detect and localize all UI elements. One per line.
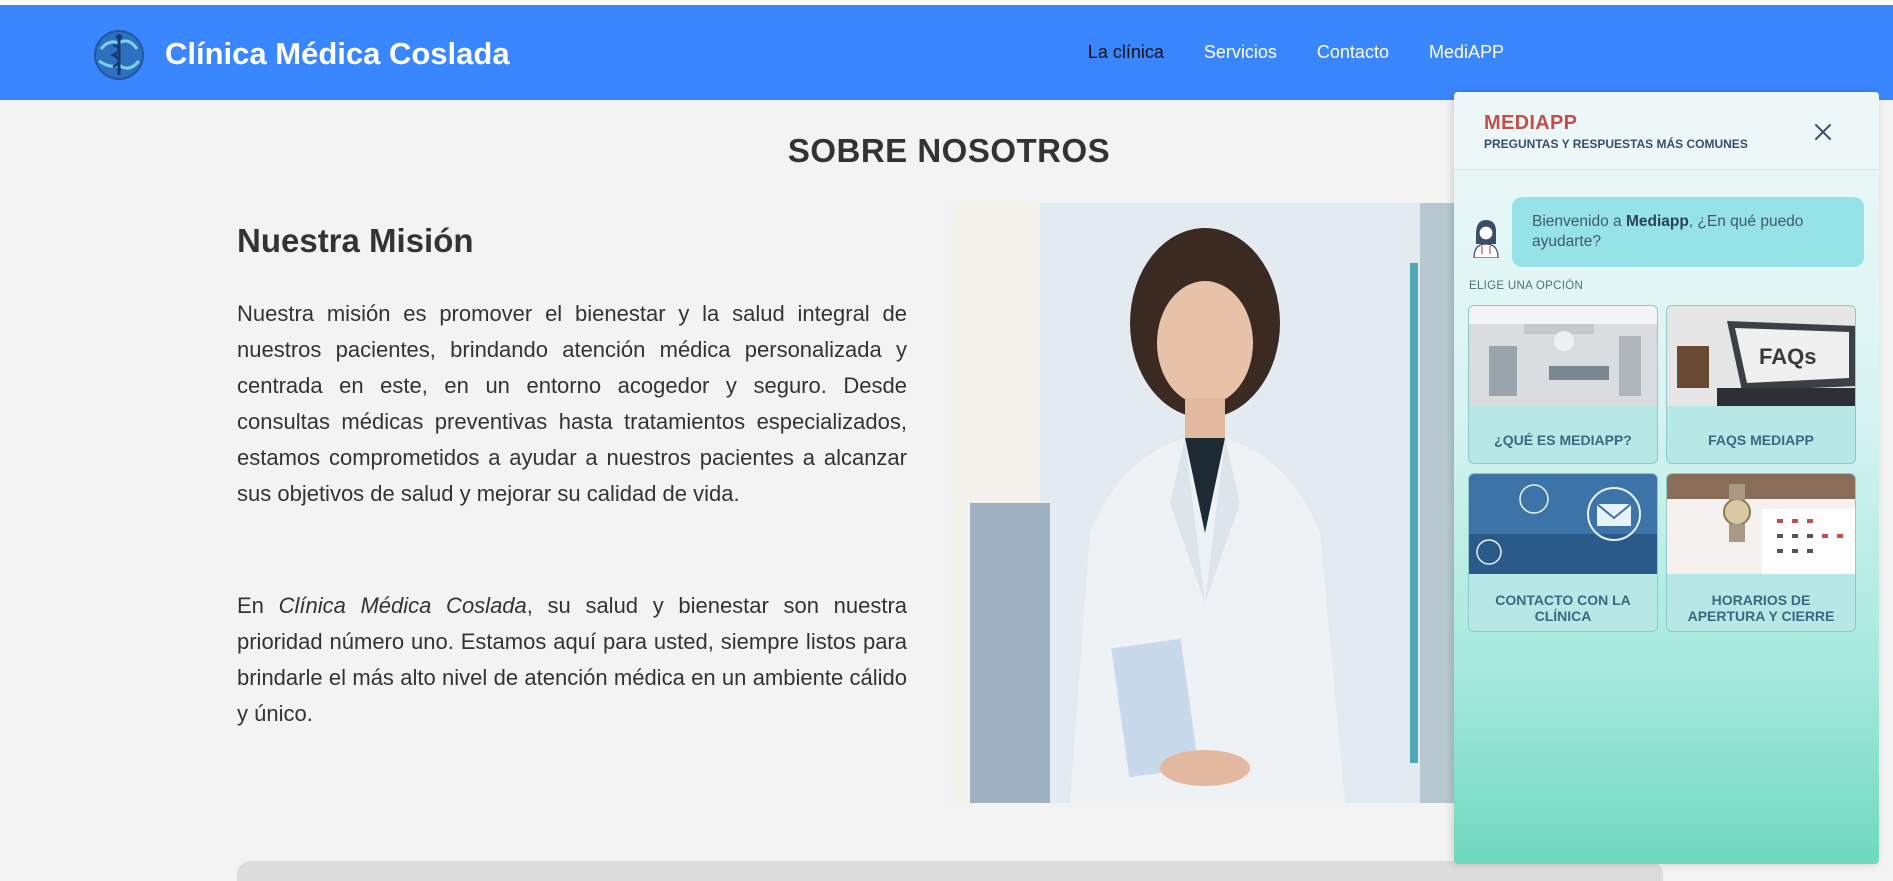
faqs-laptop-image: FAQs [1667, 306, 1855, 406]
navbar: Clínica Médica Coslada La clínica Servic… [0, 5, 1893, 100]
operating-room-image [1469, 306, 1657, 406]
doctor-photo [950, 203, 1455, 803]
greeting-bubble: Bienvenido a Mediapp, ¿En qué puedo ayud… [1512, 197, 1864, 267]
nav-la-clinica[interactable]: La clínica [1088, 42, 1164, 63]
priority-paragraph: En Clínica Médica Coslada, su salud y bi… [237, 588, 907, 732]
nav-mediapp[interactable]: MediAPP [1429, 42, 1504, 63]
mediapp-chat-widget: MEDIAPP PREGUNTAS Y RESPUESTAS MÁS COMUN… [1454, 92, 1879, 864]
bottom-panel [237, 861, 1663, 881]
option-label: CONTACTO CON LA CLÍNICA [1495, 592, 1631, 624]
chat-title: MEDIAPP [1484, 112, 1578, 134]
nav-contacto[interactable]: Contacto [1317, 42, 1389, 63]
main-nav: La clínica Servicios Contacto MediAPP [1088, 42, 1504, 63]
nav-servicios[interactable]: Servicios [1204, 42, 1277, 63]
mission-title: Nuestra Misión [237, 222, 474, 259]
email-contact-image [1469, 474, 1657, 574]
doctor-illustration [950, 203, 1455, 803]
option-label: HORARIOS DE APERTURA Y CIERRE [1687, 592, 1835, 624]
chat-subtitle: PREGUNTAS Y RESPUESTAS MÁS COMUNES [1484, 137, 1748, 151]
paragraph-prefix: En [237, 593, 279, 618]
svg-text:FAQs: FAQs [1759, 344, 1816, 369]
mission-paragraph: Nuestra misión es promover el bienestar … [237, 301, 907, 506]
doctor-avatar-icon [1473, 220, 1499, 258]
chat-header: MEDIAPP PREGUNTAS Y RESPUESTAS MÁS COMUN… [1454, 92, 1879, 170]
option-label: ¿QUÉ ES MEDIAPP? [1494, 432, 1632, 448]
caduceus-logo-icon[interactable] [93, 29, 145, 81]
option-card-que-es-mediapp[interactable]: ¿QUÉ ES MEDIAPP? [1468, 305, 1658, 464]
greeting-bold: Mediapp [1625, 213, 1689, 230]
clinic-name-emphasis: Clínica Médica Coslada [278, 593, 527, 618]
choose-option-label: ELIGE UNA OPCIÓN [1469, 280, 1584, 292]
greeting-prefix: Bienvenido a [1532, 213, 1626, 230]
close-icon[interactable] [1811, 120, 1835, 144]
option-label: FAQS MEDIAPP [1708, 432, 1814, 448]
option-card-contacto-clinica[interactable]: CONTACTO CON LA CLÍNICA [1468, 473, 1658, 632]
calendar-watch-image [1667, 474, 1855, 574]
option-card-horarios[interactable]: HORARIOS DE APERTURA Y CIERRE [1666, 473, 1856, 632]
option-card-faqs-mediapp[interactable]: FAQs FAQS MEDIAPP [1666, 305, 1856, 464]
site-brand[interactable]: Clínica Médica Coslada [165, 36, 510, 72]
